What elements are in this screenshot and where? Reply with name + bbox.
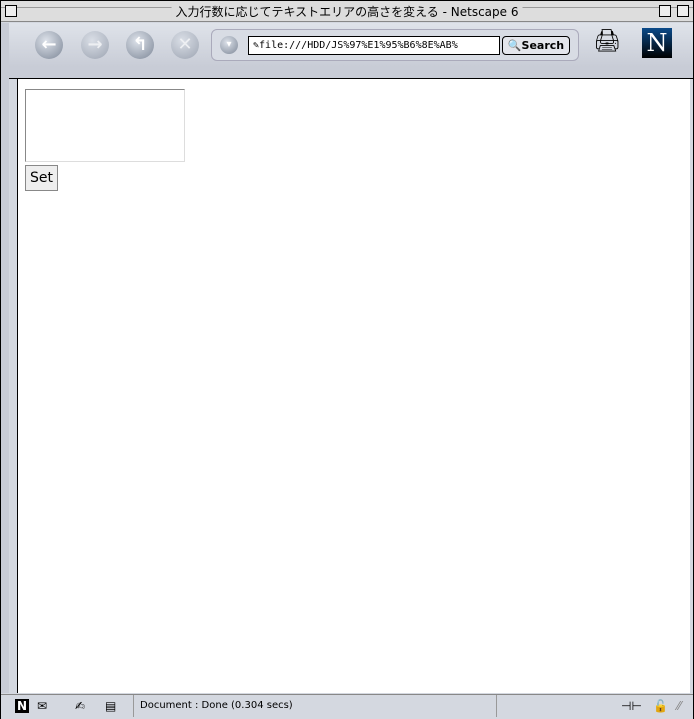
stop-icon[interactable]: ✕: [171, 31, 199, 59]
resize-grip-icon[interactable]: ⁄⁄: [677, 699, 681, 713]
collapse-box[interactable]: [677, 5, 689, 17]
status-message: Document : Done (0.304 secs): [133, 695, 497, 717]
print-icon[interactable]: 🖨: [593, 29, 621, 54]
url-input[interactable]: ✎file:///HDD/JS%97%E1%95%B6%8E%AB%: [248, 36, 500, 55]
status-bar: N ✉ ✍ ▤ Document : Done (0.304 secs) ⊣⊢ …: [1, 694, 693, 719]
set-button[interactable]: Set: [25, 165, 58, 191]
navigation-toolbar: ← → ↰ ✕ ▾ ✎file:///HDD/JS%97%E1%95%B6%8E…: [9, 23, 693, 67]
page-content: Set: [17, 79, 690, 693]
close-box[interactable]: [5, 5, 17, 17]
zoom-box[interactable]: [659, 5, 671, 17]
window-title: 入力行数に応じてテキストエリアの高さを変える - Netscape 6: [171, 3, 523, 20]
history-dropdown-icon[interactable]: ▾: [220, 36, 238, 54]
address-book-icon[interactable]: ▤: [105, 699, 116, 713]
security-lock-icon[interactable]: 🔓: [653, 699, 668, 713]
url-bar-group: ▾ ✎file:///HDD/JS%97%E1%95%B6%8E%AB% 🔍Se…: [211, 29, 579, 61]
mail-icon[interactable]: ✉: [37, 699, 47, 713]
reload-icon[interactable]: ↰: [126, 31, 154, 59]
composer-icon[interactable]: ✍: [75, 699, 85, 713]
tab-strip: [9, 67, 693, 79]
text-area[interactable]: [25, 89, 185, 162]
netscape-icon[interactable]: N: [15, 699, 30, 713]
back-icon[interactable]: ←: [35, 31, 63, 59]
search-label: Search: [521, 39, 565, 52]
sidebar-toggle[interactable]: [1, 23, 9, 693]
online-icon[interactable]: ⊣⊢: [621, 699, 642, 713]
url-text: file:///HDD/JS%97%E1%95%B6%8E%AB%: [259, 40, 458, 51]
browser-window: 入力行数に応じてテキストエリアの高さを変える - Netscape 6 ← → …: [0, 0, 694, 719]
title-bar[interactable]: 入力行数に応じてテキストエリアの高さを変える - Netscape 6: [1, 1, 693, 22]
logo-text: N: [646, 29, 668, 57]
netscape-logo[interactable]: N: [642, 28, 672, 58]
forward-icon[interactable]: →: [81, 31, 109, 59]
search-button[interactable]: 🔍Search: [502, 36, 570, 55]
